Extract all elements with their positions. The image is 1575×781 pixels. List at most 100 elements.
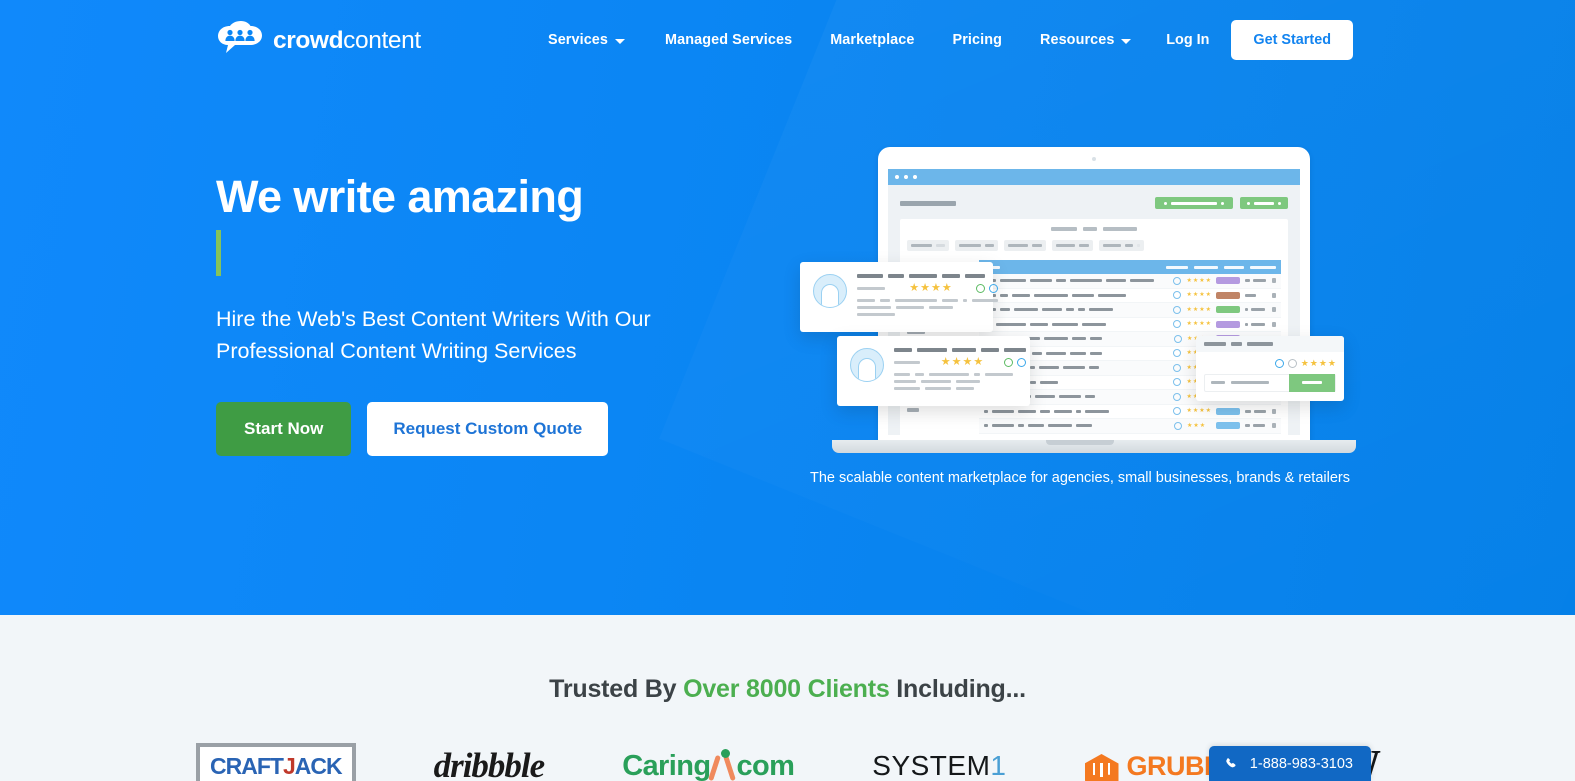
- table-row: ★★★★: [979, 434, 1281, 436]
- status-badge: [1216, 407, 1240, 415]
- writer-status-dots: [1004, 357, 1026, 367]
- nav-item-pricing[interactable]: Pricing: [953, 32, 1002, 48]
- writer-meta-row: [857, 305, 998, 309]
- mock-table-header: [979, 260, 1281, 274]
- avatar-icon: [1173, 276, 1182, 285]
- writer-rating-row: ★ ★ ★ ★: [857, 282, 998, 294]
- row-menu-icon: [1272, 278, 1276, 284]
- phone-icon: [1226, 757, 1236, 767]
- window-dot: [913, 175, 917, 179]
- avatar-icon: [1173, 378, 1182, 387]
- writer-profile-card: ★ ★ ★ ★: [800, 262, 998, 332]
- order-card-rating-row: ★ ★ ★ ★: [1204, 357, 1336, 368]
- writer-meta-row: [894, 379, 1026, 383]
- writer-meta-row: [894, 386, 1026, 390]
- rating-stars: ★★★★: [1186, 292, 1211, 299]
- writer-meta-row: [857, 312, 998, 316]
- avatar-icon: [1173, 291, 1182, 300]
- login-link[interactable]: Log In: [1166, 32, 1209, 48]
- avatar-icon: [1174, 421, 1182, 430]
- mock-page-title: [900, 200, 956, 206]
- nav-item-resources[interactable]: Resources: [1040, 32, 1132, 48]
- status-dot-blue-icon: [989, 283, 998, 293]
- mock-secondary-button: [1240, 197, 1288, 209]
- client-logo-caringcom: Caring com: [622, 742, 795, 781]
- chevron-down-icon: [615, 38, 626, 44]
- mock-browser-titlebar: [888, 169, 1300, 185]
- avatar-icon: [1174, 334, 1182, 343]
- mock-primary-button: [1155, 197, 1233, 209]
- phone-contact-widget[interactable]: 1-888-983-3103: [1208, 746, 1371, 781]
- get-started-button[interactable]: Get Started: [1231, 20, 1353, 60]
- nav-item-marketplace[interactable]: Marketplace: [830, 32, 914, 48]
- nav-label: Managed Services: [665, 32, 793, 48]
- hero-section: crowdcontent Services Managed Services M…: [0, 0, 1575, 615]
- hero-copy: We write amazing Hire the Web's Best Con…: [216, 170, 836, 456]
- avatar-icon: [1173, 305, 1182, 314]
- check-icon: [1287, 358, 1297, 368]
- trusted-title-pre: Trusted By: [549, 675, 684, 703]
- mock-app-header: [900, 197, 1288, 209]
- rating-stars: ★★★★: [1300, 357, 1336, 368]
- mock-filter-chip: [1052, 240, 1093, 251]
- writer-name-row: [894, 348, 1026, 352]
- row-menu-icon: [1272, 321, 1276, 327]
- hero-illustration-caption: The scalable content marketplace for age…: [810, 470, 1350, 486]
- status-badge: [1216, 277, 1240, 285]
- avatar-silhouette-icon: [821, 284, 839, 307]
- nav-label: Pricing: [952, 32, 1002, 48]
- table-row: ★★★★: [979, 289, 1281, 303]
- mock-filter-row: [907, 240, 1281, 251]
- request-custom-quote-button[interactable]: Request Custom Quote: [367, 401, 609, 456]
- writer-status-dots: [976, 283, 998, 293]
- system1-wordmark: SYSTEM1: [872, 750, 1007, 781]
- order-quote-card: ★ ★ ★ ★: [1196, 336, 1344, 401]
- status-dot-blue-icon: [1017, 357, 1026, 367]
- status-dot-green-icon: [1004, 357, 1013, 367]
- writer-profile-card: ★ ★ ★ ★: [837, 336, 1030, 406]
- writer-name-row: [857, 274, 998, 278]
- rating-stars: ★★★★: [1186, 277, 1211, 284]
- mock-filter-chip: [1004, 240, 1046, 251]
- hero-cta-row: Start Now Request Custom Quote: [216, 401, 836, 456]
- row-menu-icon: [1272, 423, 1276, 429]
- nav-links: Services Managed Services Marketplace Pr…: [548, 0, 1132, 80]
- status-badge: [1216, 291, 1240, 299]
- hero-subheading: Hire the Web's Best Content Writers With…: [216, 307, 651, 364]
- nav-item-services[interactable]: Services: [548, 32, 626, 48]
- client-logo-dribbble: dribbble: [434, 742, 546, 781]
- caringcom-wordmark: Caring com: [622, 749, 795, 781]
- rating-stars: ★★★: [1187, 422, 1206, 429]
- trusted-by-title: Trusted By Over 8000 Clients Including..…: [0, 675, 1575, 704]
- landing-page: crowdcontent Services Managed Services M…: [0, 0, 1575, 781]
- nav-label: Services: [548, 32, 609, 48]
- trusted-title-highlight: Over 8000 Clients: [683, 675, 890, 703]
- hero-headline-typed-line: [216, 227, 836, 279]
- order-card-input-row[interactable]: [1204, 373, 1336, 392]
- status-badge: [1216, 422, 1240, 430]
- grubhub-house-icon: [1084, 750, 1119, 781]
- row-menu-icon: [1272, 408, 1276, 414]
- caring-person-icon: [708, 749, 737, 781]
- nav-label: Marketplace: [830, 32, 915, 48]
- row-menu-icon: [1272, 292, 1276, 298]
- rating-stars: ★★★★: [1186, 408, 1211, 415]
- typing-cursor: [216, 230, 221, 277]
- writer-meta-row: [857, 298, 998, 302]
- nav-item-managed-services[interactable]: Managed Services: [665, 32, 792, 48]
- table-row: ★★★★: [979, 274, 1281, 289]
- status-badge: [1216, 306, 1240, 314]
- order-card-submit-button[interactable]: [1289, 373, 1335, 392]
- table-row: ★★★★: [979, 405, 1281, 419]
- site-logo[interactable]: crowdcontent: [216, 17, 421, 63]
- table-row: ★★★: [979, 419, 1281, 434]
- writer-meta-row: [894, 372, 1026, 376]
- order-card-header: [1196, 336, 1344, 352]
- avatar-icon: [1173, 320, 1182, 329]
- nav-label: Resources: [1039, 32, 1115, 48]
- logo-wordmark: crowdcontent: [273, 26, 421, 54]
- laptop-notch: [1046, 440, 1114, 445]
- client-logo-system1: SYSTEM1: [872, 742, 1006, 781]
- avatar-silhouette-icon: [858, 358, 876, 381]
- start-now-button[interactable]: Start Now: [216, 401, 352, 456]
